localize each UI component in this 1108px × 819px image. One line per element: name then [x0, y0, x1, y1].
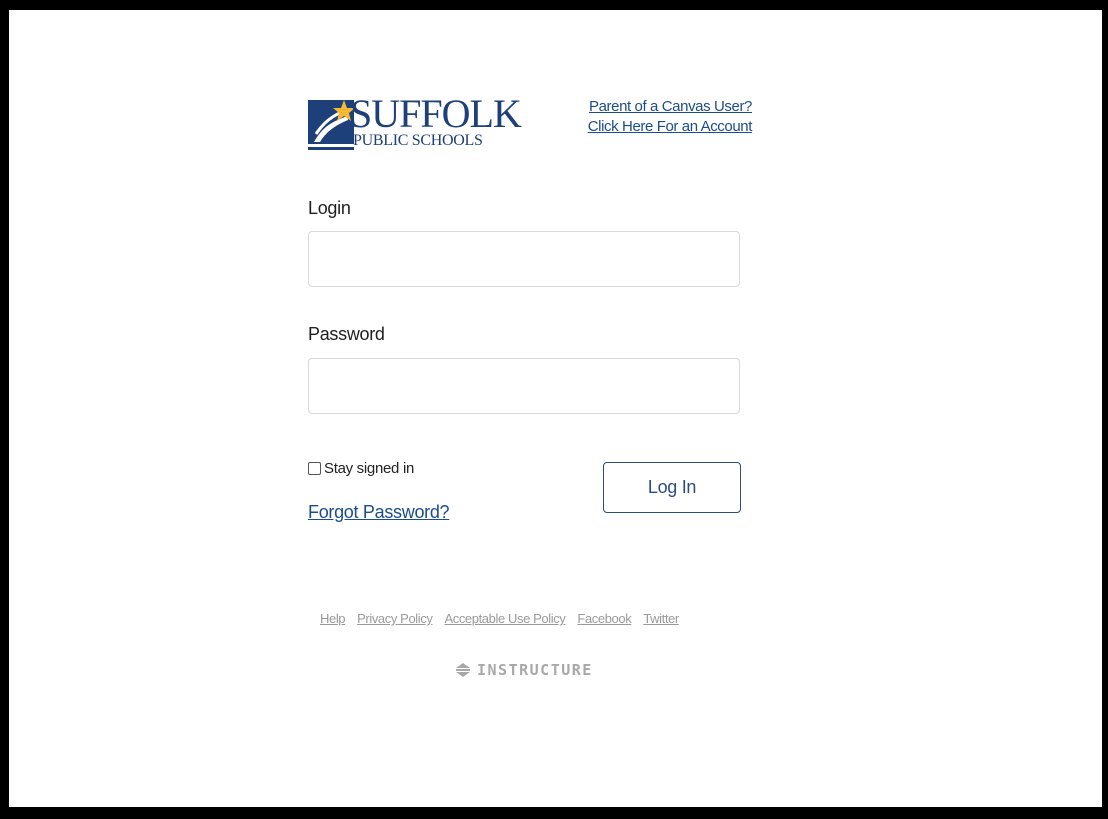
parent-link-line2[interactable]: Click Here For an Account	[588, 117, 753, 137]
logo-name-text: SUFFOLK	[350, 91, 522, 136]
stay-signed-in-checkbox[interactable]	[308, 462, 321, 475]
forgot-password-link[interactable]: Forgot Password?	[308, 502, 450, 523]
footer-link-help[interactable]: Help	[320, 611, 346, 626]
stay-signed-in-row[interactable]: Stay signed in	[308, 460, 414, 477]
login-label: Login	[308, 198, 351, 218]
instructure-brand-text: INSTRUCTURE	[477, 661, 593, 679]
log-in-button[interactable]: Log In	[603, 462, 741, 513]
footer-link-facebook[interactable]: Facebook	[577, 611, 631, 626]
parent-account-link[interactable]: Parent of a Canvas User? Click Here For …	[588, 97, 753, 137]
logo-subtitle-text: PUBLIC SCHOOLS	[353, 132, 483, 149]
footer-links: Help Privacy Policy Acceptable Use Polic…	[320, 611, 679, 626]
suffolk-public-schools-logo: SUFFOLK PUBLIC SCHOOLS	[308, 92, 522, 158]
instructure-logo-icon	[456, 663, 470, 677]
footer-link-twitter[interactable]: Twitter	[643, 611, 679, 626]
parent-link-line1[interactable]: Parent of a Canvas User?	[588, 97, 752, 117]
login-page: SUFFOLK PUBLIC SCHOOLS Parent of a Canva…	[9, 10, 1102, 807]
stay-signed-in-label[interactable]: Stay signed in	[324, 460, 414, 477]
footer-link-acceptable-use-policy[interactable]: Acceptable Use Policy	[444, 611, 565, 626]
password-label: Password	[308, 324, 385, 344]
instructure-brand[interactable]: INSTRUCTURE	[455, 661, 593, 679]
password-input[interactable]	[308, 358, 740, 414]
footer-link-privacy-policy[interactable]: Privacy Policy	[357, 611, 433, 626]
login-input[interactable]	[308, 231, 740, 287]
